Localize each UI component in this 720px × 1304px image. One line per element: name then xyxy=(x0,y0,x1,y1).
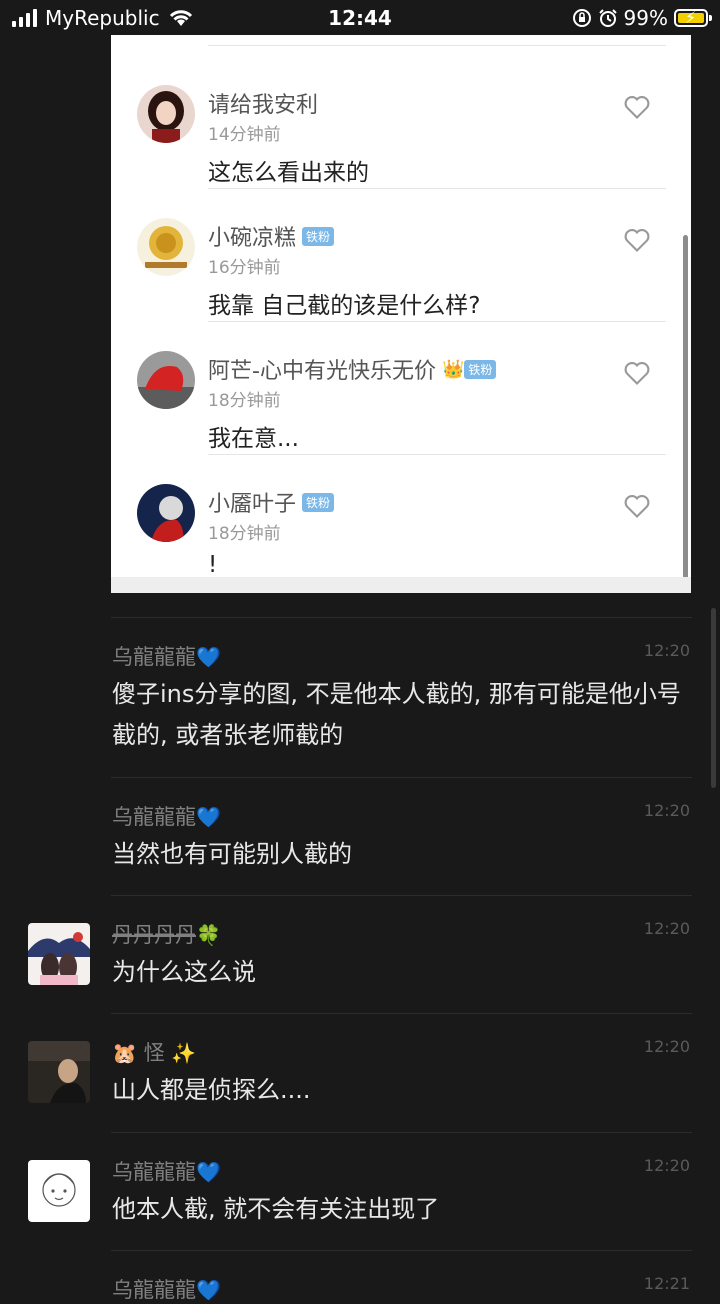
message-text: 山人都是侦探么.... xyxy=(112,1076,311,1104)
message-text: 他本人截, 就不会有关注出现了 xyxy=(112,1195,440,1223)
avatar[interactable] xyxy=(28,1041,90,1103)
comment-time: 16分钟前 xyxy=(208,258,281,278)
comment-text: 我在意... xyxy=(208,426,299,452)
crown-icon: 👑 xyxy=(441,358,465,380)
comment-time: 14分钟前 xyxy=(208,125,281,145)
blue-heart-icon: 💙 xyxy=(196,1160,221,1184)
quoted-comment: 阿芒-心中有光快乐无价 👑 铁粉 18分钟前 我在意... xyxy=(111,323,691,455)
commenter-name: 请给我安利 xyxy=(208,93,319,118)
fan-badge: 铁粉 xyxy=(302,226,335,246)
sender-name: 乌龍龍龍 xyxy=(112,805,196,829)
comment-text: 这怎么看出来的 xyxy=(208,160,369,186)
blue-heart-icon: 💙 xyxy=(196,805,221,829)
avatar xyxy=(137,351,195,409)
quoted-comment: 小碗凉糕 铁粉 16分钟前 我靠 自己截的该是什么样? xyxy=(111,190,691,322)
fan-badge: 铁粉 xyxy=(302,492,335,512)
message-time: 12:20 xyxy=(643,801,690,820)
heart-icon[interactable] xyxy=(623,226,651,254)
commenter-name: 小碗凉糕 xyxy=(208,226,297,251)
comment-time: 18分钟前 xyxy=(208,391,281,411)
battery-charging-icon: ⚡ xyxy=(674,8,712,27)
sender-name: 丹丹丹丹 xyxy=(112,923,196,947)
sparkles-icon: ✨ xyxy=(171,1041,197,1065)
message-time: 12:20 xyxy=(643,1037,690,1056)
message-time: 12:20 xyxy=(643,641,690,660)
commenter-name: 阿芒-心中有光快乐无价 xyxy=(208,359,436,384)
status-bar: MyRepublic 12:44 99% ⚡ xyxy=(0,0,720,36)
quoted-comment: 小靥叶子 铁粉 18分钟前 ! xyxy=(111,456,691,588)
rotation-lock-icon xyxy=(572,9,591,27)
avatar xyxy=(137,484,195,542)
blue-heart-icon: 💙 xyxy=(196,645,221,669)
message-time: 12:21 xyxy=(643,1274,690,1293)
message-text: 为什么这么说 xyxy=(112,958,256,986)
message-time: 12:20 xyxy=(643,919,690,938)
sender-name: 乌龍龍龍 xyxy=(112,1160,196,1184)
four-leaf-clover-icon: 🍀 xyxy=(196,923,221,947)
blue-heart-icon: 💙 xyxy=(196,1278,221,1302)
commenter-name: 小靥叶子 xyxy=(208,492,297,517)
comment-time: 18分钟前 xyxy=(208,524,281,544)
heart-icon[interactable] xyxy=(623,93,651,121)
battery-percent: 99% xyxy=(623,6,668,30)
quoted-comment: 请给我安利 14分钟前 这怎么看出来的 xyxy=(111,57,691,189)
page-scrollbar[interactable] xyxy=(711,608,716,788)
card-scrollbar xyxy=(683,235,688,593)
alarm-icon xyxy=(598,9,617,27)
comment-text: 我靠 自己截的该是什么样? xyxy=(208,293,481,319)
message-text: 当然也有可能别人截的 xyxy=(112,840,352,868)
message-text: 傻子ins分享的图, 不是他本人截的, 那有可能是他小号截的, 或者张老师截的 xyxy=(112,680,681,749)
avatar[interactable] xyxy=(28,1160,90,1222)
fan-badge: 铁粉 xyxy=(464,359,497,379)
avatar xyxy=(137,218,195,276)
comment-text: ! xyxy=(208,552,218,578)
sender-name: 乌龍龍龍 xyxy=(112,645,196,669)
heart-icon[interactable] xyxy=(623,359,651,387)
quoted-screenshot[interactable]: 请给我安利 14分钟前 这怎么看出来的 小碗凉糕 铁粉 16分钟前 我靠 自己截的… xyxy=(111,35,691,593)
hamster-icon: 🐹 xyxy=(112,1041,137,1065)
avatar[interactable] xyxy=(28,923,90,985)
message-time: 12:20 xyxy=(643,1156,690,1175)
sender-name: 怪 xyxy=(143,1041,165,1065)
sender-name: 乌龍龍龍 xyxy=(112,1278,196,1302)
heart-icon[interactable] xyxy=(623,492,651,520)
avatar xyxy=(137,85,195,143)
